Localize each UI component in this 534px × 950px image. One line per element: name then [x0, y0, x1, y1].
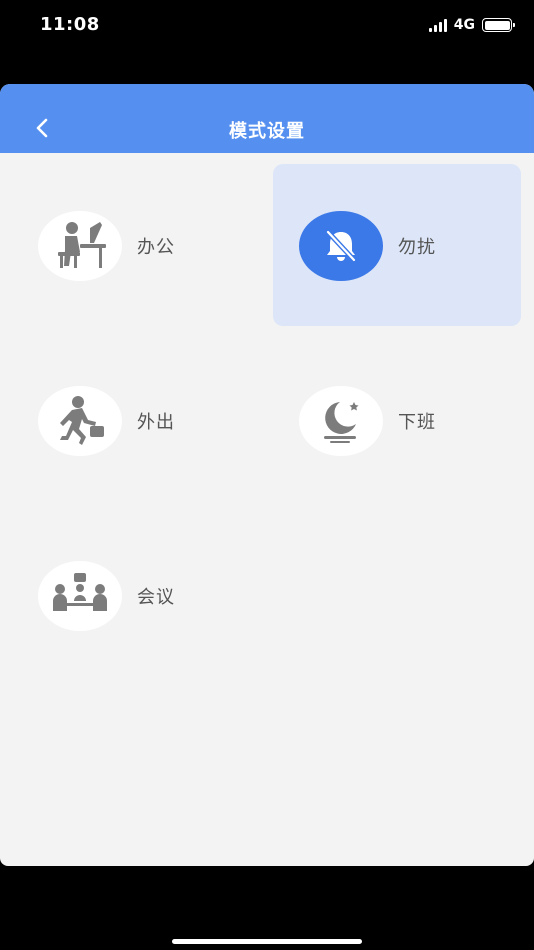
- moon-icon: [324, 402, 359, 443]
- status-time: 11:08: [40, 14, 100, 35]
- network-type: 4G: [453, 17, 475, 33]
- mode-out-label: 外出: [137, 412, 175, 433]
- mode-settings-screen: 模式设置 办公 勿扰 外出 下班 会议: [0, 84, 534, 866]
- mode-meeting[interactable]: 会议: [12, 514, 260, 676]
- signal-icon: [428, 18, 447, 32]
- mode-dnd-icon-bg: [299, 211, 383, 281]
- mode-do-not-disturb[interactable]: 勿扰: [273, 164, 521, 326]
- office-desk-icon: [58, 222, 106, 268]
- status-icons: 4G: [428, 15, 515, 35]
- mode-office-label: 办公: [137, 237, 175, 258]
- nav-bar: 模式设置: [0, 84, 534, 153]
- mode-out-icon-bg: [38, 386, 122, 456]
- mode-out[interactable]: 外出: [12, 339, 260, 501]
- mode-office-icon-bg: [38, 211, 122, 281]
- mode-off-work-label: 下班: [398, 412, 436, 433]
- mode-meeting-label: 会议: [137, 587, 175, 608]
- mode-meeting-icon-bg: [38, 561, 122, 631]
- mode-office[interactable]: 办公: [12, 164, 260, 326]
- meeting-icon: [53, 573, 107, 611]
- walking-briefcase-icon: [60, 396, 104, 445]
- battery-icon: [482, 18, 515, 32]
- status-bar: 11:08 4G: [0, 0, 534, 50]
- mode-off-work[interactable]: 下班: [273, 339, 521, 501]
- home-indicator[interactable]: [172, 939, 362, 944]
- bell-off-icon: [325, 229, 357, 263]
- page-title: 模式设置: [229, 121, 305, 142]
- mode-off-work-icon-bg: [299, 386, 383, 456]
- mode-dnd-label: 勿扰: [398, 237, 436, 258]
